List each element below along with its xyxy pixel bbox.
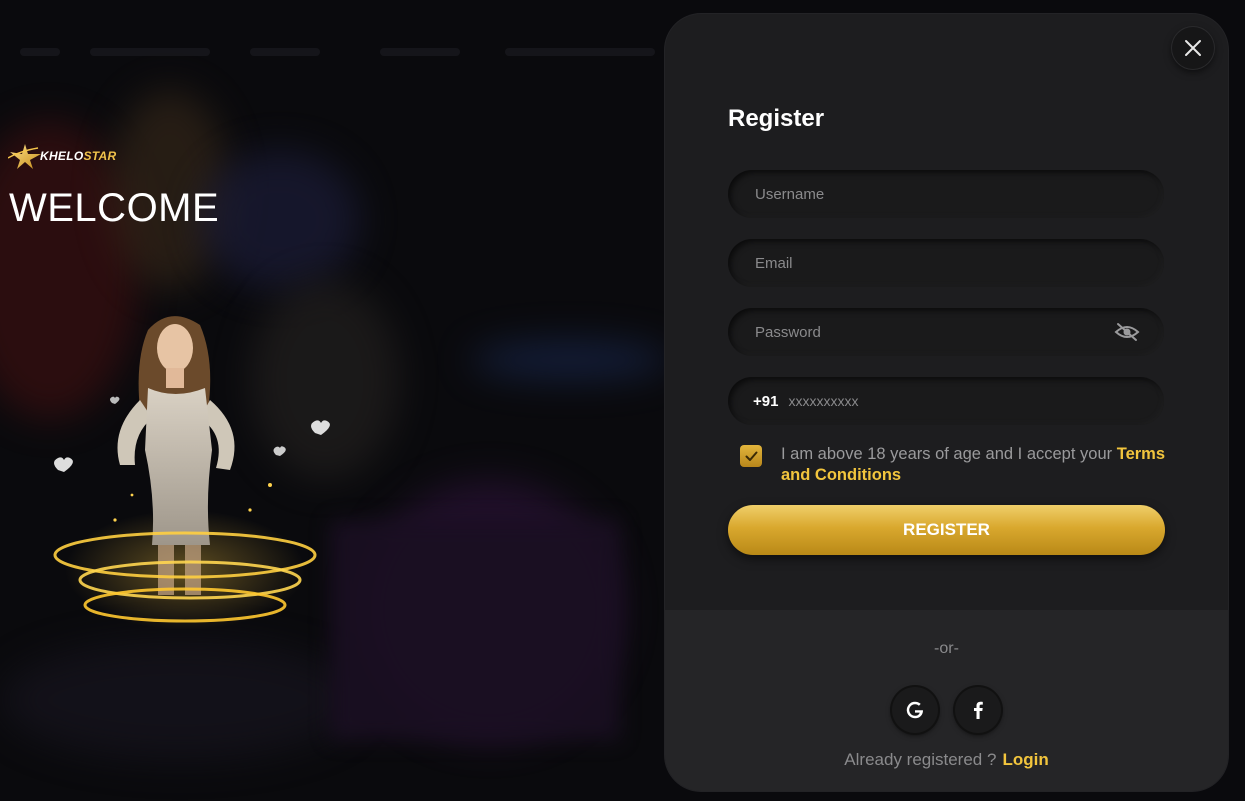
promo-model-image (53, 316, 330, 630)
phone-input[interactable] (786, 391, 1139, 411)
google-icon (906, 701, 923, 719)
logo-wordmark: KHELOSTAR (40, 149, 117, 163)
brand-logo: KHELOSTAR (8, 142, 116, 170)
already-registered-text: Already registered ? (844, 750, 997, 769)
password-field-wrapper (728, 308, 1164, 356)
consent-text: I am above 18 years of age and I accept … (781, 444, 1170, 486)
password-input[interactable] (753, 322, 1139, 342)
consent-checkbox[interactable] (740, 445, 762, 467)
phone-field-wrapper: +91 (728, 377, 1164, 425)
register-title: Register (728, 105, 825, 132)
welcome-heading: WELCOME (9, 186, 220, 230)
star-logo-icon (8, 144, 41, 169)
close-icon (1185, 40, 1201, 56)
close-button[interactable] (1172, 27, 1214, 69)
register-modal: Register +91 I am above 18 years of age … (665, 14, 1228, 791)
consent-row: I am above 18 years of age and I accept … (740, 444, 1170, 486)
check-icon (745, 451, 757, 461)
username-input[interactable] (753, 184, 1139, 204)
already-registered-row: Already registered ? Login (665, 750, 1228, 770)
username-field-wrapper (728, 170, 1164, 218)
facebook-icon (974, 701, 983, 719)
or-divider: -or- (934, 640, 959, 657)
facebook-login-button[interactable] (955, 687, 1001, 733)
email-input[interactable] (753, 253, 1139, 273)
consent-label: I am above 18 years of age and I accept … (781, 445, 1117, 463)
register-button[interactable]: REGISTER (728, 505, 1165, 555)
country-code-prefix: +91 (753, 392, 779, 410)
login-link[interactable]: Login (1002, 750, 1048, 769)
email-field-wrapper (728, 239, 1164, 287)
eye-off-icon[interactable] (1114, 322, 1140, 342)
google-login-button[interactable] (892, 687, 938, 733)
background-nav (0, 30, 700, 74)
